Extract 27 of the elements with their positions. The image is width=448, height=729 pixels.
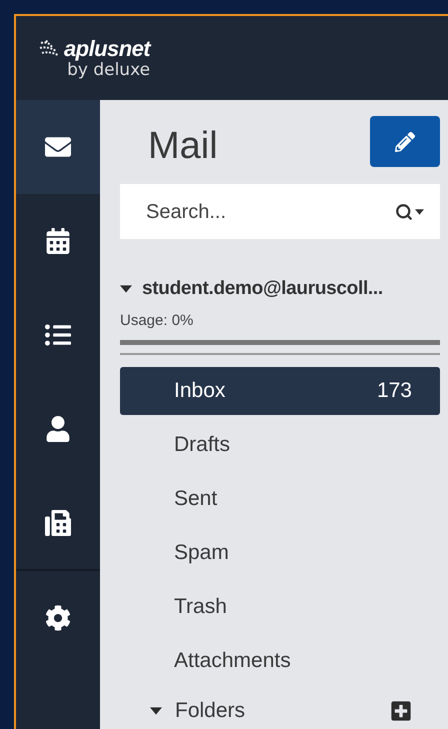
pencil-icon xyxy=(395,132,415,152)
expand-caret-icon[interactable] xyxy=(150,707,162,715)
logo-wordmark: aplusnet xyxy=(64,38,150,60)
folder-item[interactable]: Spam xyxy=(120,529,440,577)
settings-icon xyxy=(45,605,71,631)
usage-label: Usage: 0% xyxy=(120,310,194,330)
folder-item[interactable]: Drafts xyxy=(120,421,440,469)
add-folder-icon[interactable] xyxy=(390,700,412,722)
folder-item[interactable]: Attachments xyxy=(120,637,440,685)
folder-item[interactable]: Inbox 173 xyxy=(120,367,440,415)
expand-caret-icon[interactable] xyxy=(120,285,132,294)
search-input[interactable]: Search... xyxy=(146,196,395,226)
folder-item[interactable]: Sent xyxy=(120,475,440,523)
person-icon xyxy=(45,416,71,442)
search-field[interactable]: Search... xyxy=(120,184,440,239)
compose-button[interactable] xyxy=(370,116,440,167)
list-icon xyxy=(45,322,71,348)
page-title: Mail xyxy=(148,126,218,164)
folders-heading[interactable]: Folders xyxy=(175,695,390,727)
calendar-icon xyxy=(45,228,71,254)
search-menu-icon[interactable] xyxy=(395,202,424,220)
fax-icon xyxy=(45,510,71,536)
logo-tagline: by deluxe xyxy=(67,62,150,78)
logo-swirl-icon xyxy=(38,38,60,58)
unread-count: 173 xyxy=(376,378,412,404)
account-name[interactable]: student.demo@lauruscoll... xyxy=(142,275,383,304)
folder-item[interactable]: Trash xyxy=(120,583,440,631)
